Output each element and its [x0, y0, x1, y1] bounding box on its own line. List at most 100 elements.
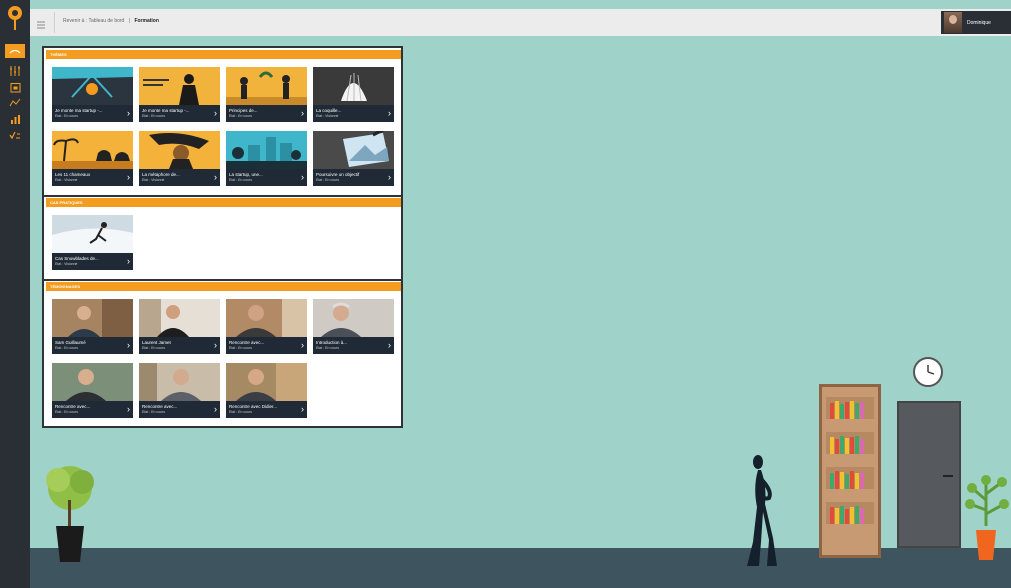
- video-card[interactable]: Introduction à... Etat : En cours ›: [313, 299, 394, 354]
- chevron-right-icon: ›: [214, 340, 217, 350]
- video-thumbnail: [139, 67, 220, 105]
- section-header-testimonials: TÉMOIGNAGES: [46, 282, 401, 291]
- shelf-row: [826, 502, 874, 524]
- card-status: Etat : En cours: [229, 410, 252, 414]
- video-thumbnail: [139, 363, 220, 401]
- video-thumbnail: [139, 299, 220, 337]
- video-thumbnail: [52, 131, 133, 169]
- card-caption: Cas Snowblades de... Etat : Visionné ›: [52, 253, 133, 270]
- user-name: Dominique: [967, 19, 991, 26]
- card-status: Etat : En cours: [316, 178, 339, 182]
- video-card[interactable]: La startup, une... Etat : En cours ›: [226, 131, 307, 186]
- logo-icon[interactable]: [6, 5, 24, 31]
- card-title: La métaphore de...: [142, 172, 180, 177]
- shelf-row: [826, 432, 874, 454]
- graph-icon[interactable]: [7, 96, 23, 110]
- card-caption: Je monte ma startup -... Etat : En cours…: [139, 105, 220, 122]
- chevron-right-icon: ›: [127, 404, 130, 414]
- card-title: La startup, une...: [229, 172, 263, 177]
- card-caption: Rencontre avec... Etat : En cours ›: [139, 401, 220, 418]
- topbar-divider: [54, 12, 55, 33]
- calendar-icon[interactable]: [7, 80, 23, 94]
- chevron-right-icon: ›: [388, 108, 391, 118]
- video-card[interactable]: Rencontre avec Didier... Etat : En cours…: [226, 363, 307, 418]
- card-status: Etat : En cours: [142, 410, 165, 414]
- video-thumbnail: [226, 363, 307, 401]
- chevron-right-icon: ›: [388, 340, 391, 350]
- section-header-case-studies: CAS PRATIQUES: [46, 198, 401, 207]
- card-title: Rencontre avec...: [229, 340, 265, 345]
- video-card[interactable]: Je monte ma startup -... Etat : En cours…: [52, 67, 133, 122]
- video-card[interactable]: Principes de... Etat : En cours ›: [226, 67, 307, 122]
- video-icon[interactable]: [5, 44, 25, 58]
- card-status: Etat : Visionné: [316, 114, 339, 118]
- video-card[interactable]: Rencontre avec... Etat : En cours ›: [139, 363, 220, 418]
- section-divider: [44, 279, 401, 281]
- video-thumbnail: [52, 67, 133, 105]
- section-header-themes: THÈMES: [46, 50, 401, 59]
- card-title: Rencontre avec...: [55, 404, 91, 409]
- avatar: [944, 12, 962, 33]
- card-title: Introduction à...: [316, 340, 348, 345]
- card-title: Les 11 chameaux: [55, 172, 91, 177]
- chevron-right-icon: ›: [301, 108, 304, 118]
- chevron-right-icon: ›: [127, 256, 130, 266]
- card-caption: La coquille... Etat : Visionné ›: [313, 105, 394, 122]
- video-card[interactable]: Poursuivre un objectif Etat : En cours ›: [313, 131, 394, 186]
- card-status: Etat : En cours: [229, 114, 252, 118]
- chart-icon[interactable]: [7, 112, 23, 126]
- video-thumbnail: [313, 131, 394, 169]
- video-thumbnail: [52, 363, 133, 401]
- video-card[interactable]: Sam Guillaumé Etat : En cours ›: [52, 299, 133, 354]
- card-title: Je monte ma startup -...: [142, 108, 190, 113]
- video-card[interactable]: Laurent Jamet Etat : En cours ›: [139, 299, 220, 354]
- tools-icon[interactable]: [7, 64, 23, 78]
- card-status: Etat : En cours: [142, 346, 165, 350]
- chevron-right-icon: ›: [214, 404, 217, 414]
- card-caption: Rencontre avec... Etat : En cours ›: [226, 337, 307, 354]
- sidebar: [0, 0, 30, 588]
- video-card[interactable]: La coquille... Etat : Visionné ›: [313, 67, 394, 122]
- video-thumbnail: [139, 131, 220, 169]
- chevron-right-icon: ›: [388, 172, 391, 182]
- door-handle: [943, 475, 953, 477]
- card-title: Poursuivre un objectif: [316, 172, 360, 177]
- video-thumbnail: [226, 299, 307, 337]
- video-card[interactable]: Les 11 chameaux Etat : Visionné ›: [52, 131, 133, 186]
- card-caption: Sam Guillaumé Etat : En cours ›: [52, 337, 133, 354]
- video-thumbnail: [226, 67, 307, 105]
- back-link[interactable]: Revenir à : Tableau de bord: [63, 18, 124, 24]
- video-card[interactable]: Rencontre avec... Etat : En cours ›: [52, 363, 133, 418]
- menu-icon[interactable]: [36, 17, 46, 29]
- card-status: Etat : En cours: [55, 410, 78, 414]
- card-caption: Je monte ma startup -... Etat : En cours…: [52, 105, 133, 122]
- card-title: Laurent Jamet: [142, 340, 171, 345]
- video-thumbnail: [313, 67, 394, 105]
- card-caption: Laurent Jamet Etat : En cours ›: [139, 337, 220, 354]
- video-card[interactable]: Rencontre avec... Etat : En cours ›: [226, 299, 307, 354]
- card-caption: Rencontre avec... Etat : En cours ›: [52, 401, 133, 418]
- card-status: Etat : En cours: [316, 346, 339, 350]
- checklist-icon[interactable]: [7, 128, 23, 142]
- video-card[interactable]: La métaphore de... Etat : Visionné ›: [139, 131, 220, 186]
- card-status: Etat : En cours: [229, 178, 252, 182]
- card-status: Etat : Visionné: [55, 178, 78, 182]
- card-title: Je monte ma startup -...: [55, 108, 103, 113]
- chevron-right-icon: ›: [301, 340, 304, 350]
- card-caption: Les 11 chameaux Etat : Visionné ›: [52, 169, 133, 186]
- chevron-right-icon: ›: [301, 404, 304, 414]
- video-card[interactable]: Cas Snowblades de... Etat : Visionné ›: [52, 215, 133, 270]
- chevron-right-icon: ›: [214, 108, 217, 118]
- card-caption: Principes de... Etat : En cours ›: [226, 105, 307, 122]
- user-menu[interactable]: Dominique: [941, 11, 1011, 34]
- card-status: Etat : En cours: [142, 114, 165, 118]
- video-card[interactable]: Je monte ma startup -... Etat : En cours…: [139, 67, 220, 122]
- chevron-right-icon: ›: [301, 172, 304, 182]
- video-thumbnail: [226, 131, 307, 169]
- chevron-right-icon: ›: [127, 340, 130, 350]
- video-thumbnail: [52, 299, 133, 337]
- chevron-right-icon: ›: [127, 172, 130, 182]
- training-panel: THÈMES CAS PRATIQUES TÉMOIGNAGES Je mont…: [42, 46, 403, 428]
- card-caption: Rencontre avec Didier... Etat : En cours…: [226, 401, 307, 418]
- card-status: Etat : En cours: [55, 114, 78, 118]
